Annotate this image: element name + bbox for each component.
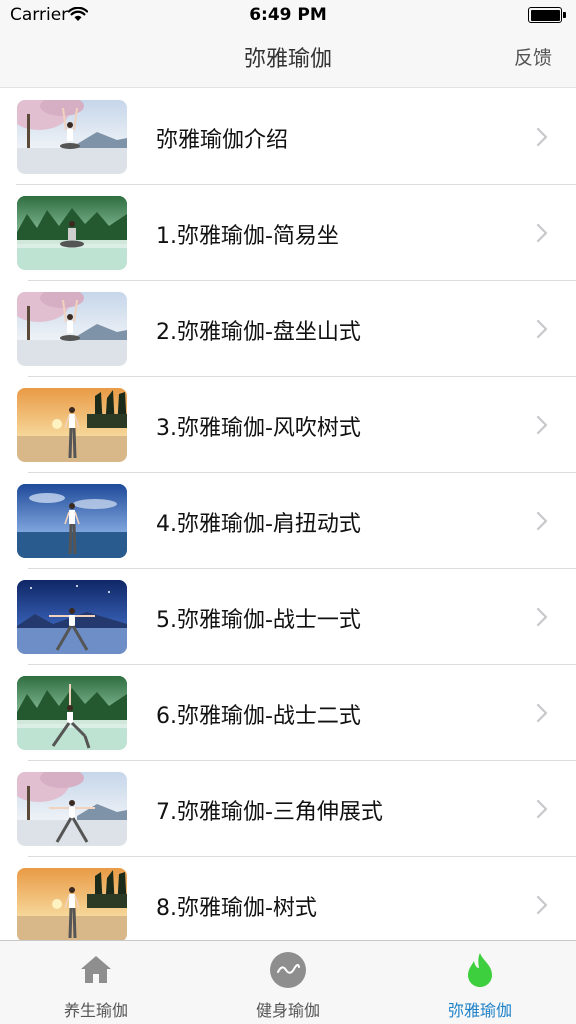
lesson-row[interactable]: 弥雅瑜伽介绍 [0, 89, 576, 185]
lesson-row[interactable]: 1.弥雅瑜伽-简易坐 [0, 185, 576, 281]
lesson-list[interactable]: 弥雅瑜伽介绍 1.弥雅瑜伽-简易坐 2.弥雅瑜伽-盘坐山式 3.弥雅瑜伽-风吹树式 4.… [0, 89, 576, 940]
tab-bar: 养生瑜伽 健身瑜伽 弥雅瑜伽 [0, 940, 576, 1024]
status-bar: Carrier 6:49 PM [0, 0, 576, 30]
lesson-row[interactable]: 7.弥雅瑜伽-三角伸展式 [0, 761, 576, 857]
feedback-button[interactable]: 反馈 [514, 43, 552, 70]
lesson-title: 6.弥雅瑜伽-战士二式 [156, 704, 361, 729]
tab-3[interactable]: 弥雅瑜伽 [384, 941, 576, 1024]
chevron-right-icon [536, 415, 548, 435]
tab-2[interactable]: 健身瑜伽 [192, 941, 384, 1024]
lesson-title: 1.弥雅瑜伽-简易坐 [156, 224, 339, 249]
chevron-right-icon [536, 511, 548, 531]
lesson-title: 3.弥雅瑜伽-风吹树式 [156, 416, 361, 441]
navigation-bar: 弥雅瑜伽 反馈 [0, 30, 576, 88]
lesson-title: 4.弥雅瑜伽-肩扭动式 [156, 512, 361, 537]
lesson-row[interactable]: 3.弥雅瑜伽-风吹树式 [0, 377, 576, 473]
battery-icon [528, 7, 566, 23]
chevron-right-icon [536, 799, 548, 819]
chevron-right-icon [536, 127, 548, 147]
lesson-thumbnail [17, 196, 127, 270]
chevron-right-icon [536, 895, 548, 915]
lesson-row[interactable]: 4.弥雅瑜伽-肩扭动式 [0, 473, 576, 569]
tab-label: 弥雅瑜伽 [447, 1001, 512, 1020]
tab-label: 健身瑜伽 [255, 1001, 320, 1020]
lesson-title: 2.弥雅瑜伽-盘坐山式 [156, 320, 361, 345]
lesson-row[interactable]: 2.弥雅瑜伽-盘坐山式 [0, 281, 576, 377]
lesson-title: 7.弥雅瑜伽-三角伸展式 [156, 800, 383, 825]
lesson-title: 8.弥雅瑜伽-树式 [156, 896, 317, 921]
tab-label: 养生瑜伽 [63, 1001, 128, 1020]
lesson-thumbnail [17, 868, 127, 940]
lesson-row[interactable]: 5.弥雅瑜伽-战士一式 [0, 569, 576, 665]
tab-1[interactable]: 养生瑜伽 [0, 941, 192, 1024]
lesson-thumbnail [17, 100, 127, 174]
lesson-thumbnail [17, 292, 127, 366]
lesson-row[interactable]: 8.弥雅瑜伽-树式 [0, 857, 576, 940]
lesson-thumbnail [17, 580, 127, 654]
lesson-title: 弥雅瑜伽介绍 [156, 128, 289, 153]
chevron-right-icon [536, 607, 548, 627]
page-title: 弥雅瑜伽 [243, 47, 332, 72]
chevron-right-icon [536, 223, 548, 243]
chevron-right-icon [536, 703, 548, 723]
lesson-title: 5.弥雅瑜伽-战士一式 [156, 608, 361, 633]
flame-icon [461, 951, 499, 989]
lesson-thumbnail [17, 388, 127, 462]
chevron-right-icon [536, 319, 548, 339]
wave-circle-icon [269, 951, 307, 989]
home-icon [77, 951, 115, 989]
lesson-thumbnail [17, 676, 127, 750]
lesson-thumbnail [17, 484, 127, 558]
lesson-thumbnail [17, 772, 127, 846]
lesson-row[interactable]: 6.弥雅瑜伽-战士二式 [0, 665, 576, 761]
status-time: 6:49 PM [249, 5, 327, 25]
